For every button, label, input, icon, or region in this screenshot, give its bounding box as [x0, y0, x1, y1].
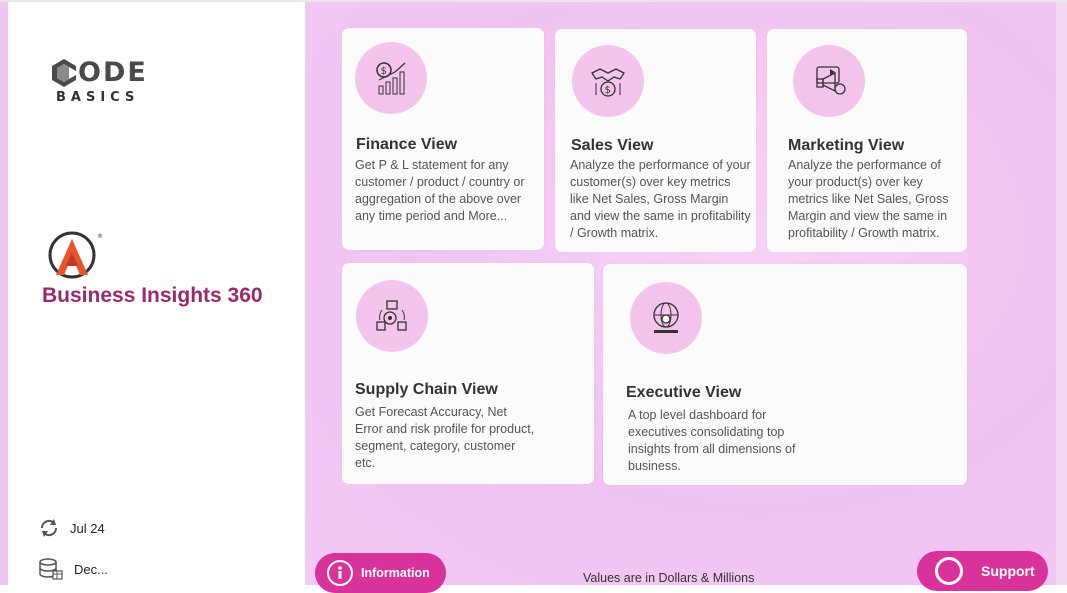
card-title: Marketing View — [788, 137, 905, 154]
database-icon — [39, 558, 63, 580]
svg-text:®: ® — [97, 233, 103, 240]
sales-view-card[interactable]: $ Sales View Analyze the performance of … — [555, 29, 756, 252]
refresh-icon — [40, 519, 58, 537]
sidebar: ODE BASICS ® Business Insights 360 Jul 2… — [8, 2, 305, 585]
logo-code-text: ODE — [78, 57, 148, 88]
logo-basics-text: BASICS — [56, 90, 140, 105]
atliq-logo-icon: ® — [48, 230, 104, 280]
marketing-view-card[interactable]: Marketing View Analyze the performance o… — [767, 29, 967, 252]
app-title: Business Insights 360 — [42, 284, 263, 307]
handshake-money-icon: $ — [572, 45, 644, 117]
support-label: Support — [981, 563, 1035, 579]
card-description: A top level dashboard for executives con… — [628, 408, 796, 473]
data-date: Dec... — [38, 557, 108, 581]
information-button[interactable]: Information — [315, 553, 446, 593]
refresh-date-label: Jul 24 — [70, 520, 105, 536]
svg-text:$: $ — [381, 66, 387, 77]
card-title: Finance View — [356, 136, 458, 153]
megaphone-marketing-icon — [793, 45, 865, 117]
left-edge — [0, 2, 8, 585]
information-label: Information — [361, 566, 430, 580]
finance-view-card[interactable]: $ Finance View Get P & L statement for a… — [342, 28, 544, 250]
executive-view-card[interactable]: Executive View A top level dashboard for… — [603, 264, 967, 485]
code-c-icon — [52, 59, 76, 87]
card-title: Supply Chain View — [355, 381, 498, 398]
supply-chain-view-card[interactable]: Supply Chain View Get Forecast Accuracy,… — [342, 263, 594, 484]
finance-growth-icon: $ — [355, 42, 427, 114]
card-title: Sales View — [571, 137, 654, 154]
card-title: Executive View — [626, 384, 742, 401]
codebasics-logo: ODE BASICS — [52, 57, 152, 107]
supply-chain-icon — [356, 280, 428, 352]
support-icon — [935, 557, 963, 585]
card-description: Analyze the performance of your customer… — [570, 158, 751, 240]
support-button[interactable]: Support — [917, 551, 1048, 591]
refresh-date: Jul 24 — [38, 517, 105, 539]
card-description: Get P & L statement for any customer / p… — [355, 158, 525, 223]
info-icon — [327, 560, 353, 586]
svg-text:$: $ — [605, 85, 611, 96]
globe-executive-icon — [630, 282, 702, 354]
card-description: Analyze the performance of your product(… — [788, 158, 949, 240]
currency-footnote: Values are in Dollars & Millions — [583, 571, 755, 585]
data-date-label: Dec... — [74, 561, 108, 577]
card-description: Get Forecast Accuracy, Net Error and ris… — [355, 405, 535, 470]
right-edge — [1056, 2, 1067, 585]
